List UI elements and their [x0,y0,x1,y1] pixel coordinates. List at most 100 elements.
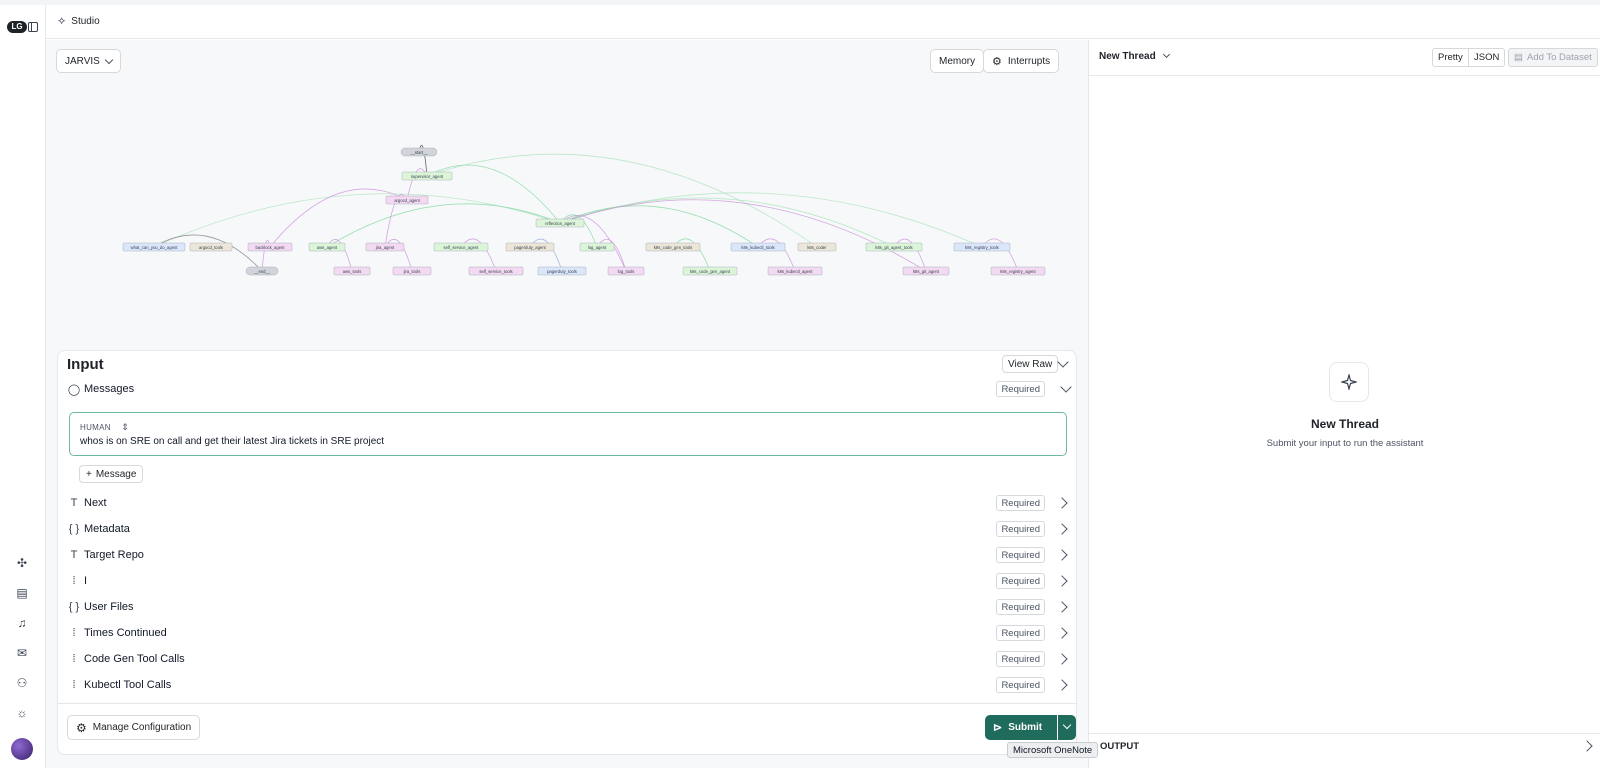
graph-edge [559,205,759,248]
output-bar[interactable]: OUTPUT [1089,733,1600,757]
graph-node-aws-agent[interactable]: aws_agent [308,242,346,252]
graph-node-label: k8s_git_agent_tools [875,245,912,250]
field-row-metadata[interactable]: { } Metadata Required [67,517,1072,541]
memory-button[interactable]: Memory [930,49,985,73]
graph-edge [326,203,561,248]
required-badge: Required [996,381,1045,397]
interrupts-button[interactable]: ⚙ Interrupts [983,49,1060,73]
graph-node-log-tools[interactable]: log_tools [607,266,645,276]
graph-node-label: aws_tools [343,269,362,274]
field-row-user-files[interactable]: { } User Files Required [67,595,1072,619]
graph-node-jira-agent[interactable]: jira_agent [365,242,405,252]
submit-options-button[interactable] [1058,715,1076,740]
bell-icon[interactable]: ♫ [13,616,31,630]
chevron-right-icon[interactable] [1056,549,1068,561]
graph-node-end[interactable]: __end__ [245,266,279,276]
graph-node-reflection-agent[interactable]: reflection_agent [535,218,585,228]
graph-node-pagerduty-tools[interactable]: pagerduty_tools [537,266,587,276]
graph-node-k8s-registry-agent[interactable]: k8s_registry_agent [990,266,1046,276]
message-role[interactable]: HUMAN ⇕ [80,422,129,433]
json-toggle[interactable]: JSON [1469,48,1506,67]
field-row-code-gen-tool-calls[interactable]: ⁞ Code Gen Tool Calls Required [67,647,1072,671]
chat-bubble-icon: ◯ [67,383,81,396]
graph-node-label: __start__ [409,150,428,155]
input-title: Input [67,356,104,373]
graph-node-pagerduty-agent[interactable]: pagerduty_agent [505,242,555,252]
graph-node-argocd-tools[interactable]: argocd_tools [189,242,233,252]
text-icon: T [70,549,78,561]
required-badge: Required [996,651,1045,667]
graph-node-self-service-tools[interactable]: self_service_tools [468,266,524,276]
play-circle-icon: ⊳ [993,722,1003,734]
mail-icon[interactable]: ✉ [13,646,31,660]
chevron-right-icon[interactable] [1056,497,1068,509]
graph-edge [153,234,263,272]
graph-node-k8s-git-agent-tools[interactable]: k8s_git_agent_tools [865,242,923,252]
graph-node-label: jira_agent [375,245,395,250]
chevron-right-icon[interactable] [1056,679,1068,691]
graph-node-k8s-kubectl-tools[interactable]: k8s_kubectl_tools [730,242,786,252]
chevron-right-icon[interactable] [1056,601,1068,613]
field-row-next[interactable]: T Next Required [67,491,1072,515]
graph-select-value: JARVIS [65,55,100,67]
chevron-right-icon[interactable] [1056,575,1068,587]
add-message-button[interactable]: + Message [79,465,144,483]
memory-label: Memory [939,55,976,67]
field-row-i[interactable]: ⁞ I Required [67,569,1072,593]
graph-node-what-can-you-do-agent[interactable]: what_can_you_do_agent [122,242,186,252]
chevron-right-icon[interactable] [1056,627,1068,639]
graph-select[interactable]: JARVIS [56,49,121,73]
graph-node-label: argocd_tools [199,245,223,250]
required-badge: Required [996,599,1045,615]
message-editor[interactable]: HUMAN ⇕ whos is on SRE on call and get t… [69,412,1067,456]
field-row-kubectl-tool-calls[interactable]: ⁞ Kubectl Tool Calls Required [67,673,1072,697]
graph-node-aws-tools[interactable]: aws_tools [333,266,371,276]
graph-node-label: k8s_kubectl_agent [778,269,814,274]
empty-state-title: New Thread [1310,417,1379,431]
graph-node-self-service-agent[interactable]: self_service_agent [433,242,489,252]
graph-node-label: k8s_code_gen_tools [654,245,692,250]
view-raw-button[interactable]: View Raw [1002,355,1059,373]
graph-icon[interactable]: ✣ [13,556,31,570]
message-text[interactable]: whos is on SRE on call and get their lat… [80,436,384,447]
graph-node-start[interactable]: __start__ [400,147,438,157]
field-row-target-repo[interactable]: T Target Repo Required [67,543,1072,567]
thread-header: New Thread Pretty JSON ▤ Add To Dataset [1089,40,1600,76]
thread-select[interactable]: New Thread [1099,50,1171,62]
graph-node-log-agent[interactable]: log_agent [579,242,615,252]
graph-node-k8s-coder[interactable]: k8s_coder [797,242,837,252]
logo[interactable]: LG [7,21,27,33]
manage-configuration-label: Manage Configuration [92,722,192,733]
graph-node-k8s-kubectl-agent[interactable]: k8s_kubectl_agent [767,266,823,276]
graph-node-k8s-code-gen-agent[interactable]: k8s_code_gen_agent [682,266,738,276]
submit-button[interactable]: ⊳ Submit [985,715,1057,740]
chevron-down-icon [104,55,114,64]
sidebar-toggle-icon[interactable] [28,22,38,32]
manage-configuration-button[interactable]: ⚙ Manage Configuration [67,715,201,740]
field-row-times-continued[interactable]: ⁞ Times Continued Required [67,621,1072,645]
graph-node-argocd-agent[interactable]: argocd_agent [385,195,429,205]
add-to-dataset-button[interactable]: ▤ Add To Dataset [1508,48,1598,67]
user-plus-icon[interactable]: ⚇ [13,676,31,690]
pretty-toggle[interactable]: Pretty [1432,48,1469,67]
graph-node-k8s-registry-tools[interactable]: k8s_registry_tools [953,242,1011,252]
graph-node-k8s-git-agent[interactable]: k8s_git_agent [902,266,950,276]
chevron-right-icon[interactable] [1056,523,1068,535]
chevron-right-icon[interactable] [1581,740,1593,752]
graph-node-k8s-code-gen-tools[interactable]: k8s_code_gen_tools [645,242,701,252]
graph-node-jira-tools[interactable]: jira_tools [392,266,432,276]
collapse-input-chevron-icon[interactable] [1057,356,1069,368]
role-toggle-icon[interactable]: ⇕ [121,422,129,432]
chevron-right-icon[interactable] [1056,653,1068,665]
sun-icon[interactable]: ☼ [13,706,31,720]
output-label: OUTPUT [1100,741,1140,752]
messages-label: Messages [84,383,135,395]
avatar[interactable] [11,738,33,760]
docs-icon[interactable]: ▤ [13,586,31,600]
graph-node-label: pagerduty_tools [547,269,577,274]
chevron-down-icon[interactable] [1060,381,1072,393]
sparkle-icon [1329,362,1369,402]
graph-node-supervisor-agent[interactable]: supervisor_agent [401,171,453,181]
messages-row[interactable]: ◯ Messages Required [67,377,1072,401]
graph-node-backlock-agent[interactable]: backlock_agent [247,242,293,252]
